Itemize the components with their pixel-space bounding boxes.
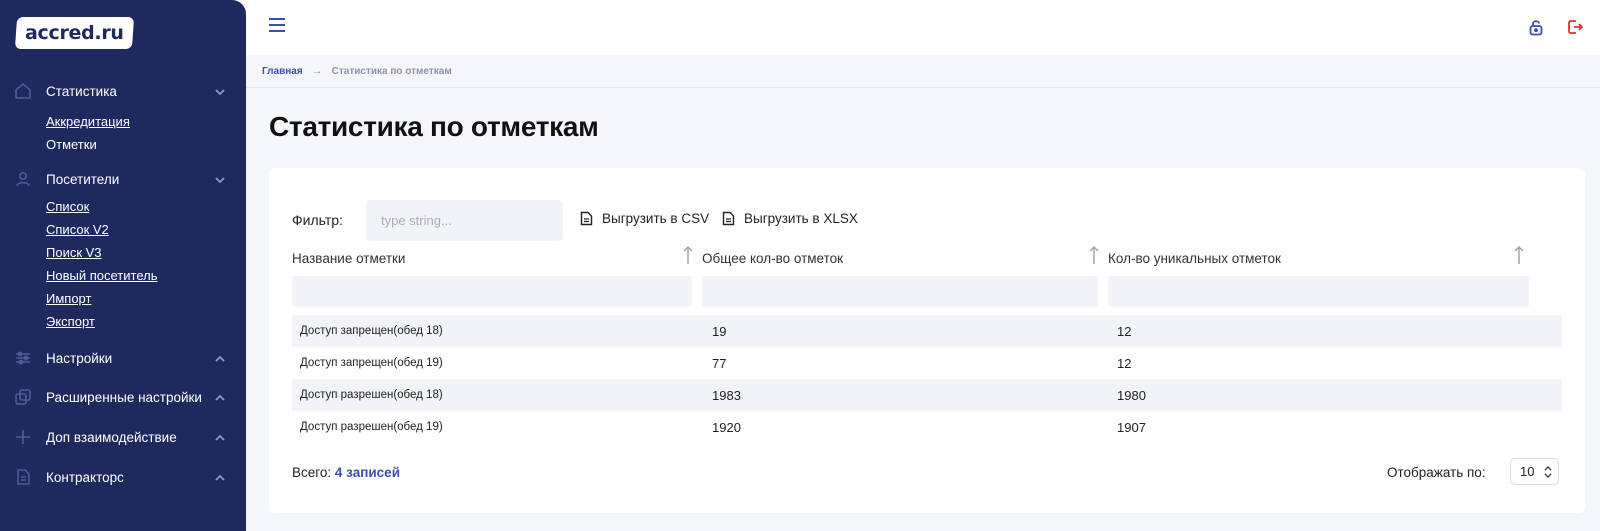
sidebar-item-new-visitor[interactable]: Новый посетитель — [46, 268, 158, 283]
breadcrumb-home-link[interactable]: Главная — [262, 66, 303, 77]
sidebar-group-label: Расширенные настройки — [46, 389, 202, 405]
topbar — [246, 0, 1600, 55]
hamburger-icon[interactable] — [268, 17, 286, 33]
sidebar-group-extra-interaction[interactable]: Доп взаимодействие — [0, 425, 246, 449]
unlock-icon[interactable] — [1527, 18, 1545, 36]
cell-name: Доступ запрещен(обед 19) — [300, 357, 443, 369]
breadcrumb: Главная → Статистика по отметкам — [246, 55, 1600, 88]
table-row: Доступ запрещен(обед 19) 77 12 — [292, 347, 1562, 379]
total-count: 4 записей — [334, 465, 400, 480]
sort-arrow-icon[interactable] — [1088, 245, 1100, 265]
column-filter-unique[interactable] — [1108, 276, 1529, 307]
sidebar-group-advanced-settings[interactable]: Расширенные настройки — [0, 385, 246, 409]
arrow-right-icon: → — [311, 65, 323, 77]
per-page-select[interactable]: 10 — [1510, 458, 1559, 485]
page-title: Статистика по отметкам — [269, 111, 599, 142]
sidebar-item-list[interactable]: Список — [46, 199, 89, 214]
sort-chevrons-icon — [1544, 466, 1552, 478]
export-csv-button[interactable]: Выгрузить в CSV — [580, 211, 709, 226]
cell-unique: 12 — [1117, 323, 1132, 339]
sidebar-group-label: Посетители — [46, 171, 120, 187]
sidebar-item-import[interactable]: Импорт — [46, 291, 91, 306]
export-xlsx-label: Выгрузить в XLSX — [744, 211, 858, 226]
file-icon — [722, 211, 735, 226]
file-icon — [580, 211, 593, 226]
cell-total: 77 — [712, 355, 727, 371]
cell-unique: 1907 — [1117, 419, 1146, 435]
table-row: Доступ разрешен(обед 19) 1920 1907 — [292, 411, 1562, 443]
sort-arrow-icon[interactable] — [682, 245, 694, 265]
sidebar-item-search-v3[interactable]: Поиск V3 — [46, 245, 102, 260]
cell-total: 1920 — [712, 419, 741, 435]
cell-total: 19 — [712, 323, 727, 339]
filter-input[interactable] — [366, 200, 563, 241]
document-icon — [14, 468, 32, 486]
chevron-up-icon — [214, 431, 226, 443]
cell-total: 1983 — [712, 387, 741, 403]
logo[interactable]: accred.ru — [14, 17, 135, 49]
sidebar-item-accreditation[interactable]: Аккредитация — [46, 114, 130, 129]
chevron-up-icon — [214, 352, 226, 364]
plus-icon — [14, 428, 32, 446]
sidebar-group-statistics[interactable]: Статистика — [0, 79, 246, 103]
sidebar: accred.ru Статистика Аккредитация Отметк… — [0, 0, 246, 531]
logo-text: accred.ru — [25, 22, 124, 44]
per-page-label: Отображать по: — [1387, 465, 1486, 480]
export-xlsx-button[interactable]: Выгрузить в XLSX — [722, 211, 858, 226]
home-icon — [14, 82, 32, 100]
sidebar-group-label: Контракторс — [46, 469, 124, 485]
table-row: Доступ запрещен(обед 18) 19 12 — [292, 315, 1562, 347]
sidebar-item-export[interactable]: Экспорт — [46, 314, 95, 329]
total-records: Всего: 4 записей — [292, 465, 400, 480]
filter-label: Фильтр: — [292, 212, 343, 228]
breadcrumb-current: Статистика по отметкам — [331, 65, 452, 77]
column-header-unique[interactable]: Кол-во уникальных отметок — [1108, 248, 1281, 268]
total-label: Всего: — [292, 465, 332, 480]
column-filter-name[interactable] — [292, 276, 692, 307]
cell-name: Доступ разрешен(обед 19) — [300, 421, 443, 433]
sidebar-group-label: Доп взаимодействие — [46, 429, 177, 445]
per-page-value: 10 — [1520, 464, 1535, 479]
sidebar-group-settings[interactable]: Настройки — [0, 346, 246, 370]
chevron-down-icon — [214, 173, 226, 185]
column-header-total[interactable]: Общее кол-во отметок — [702, 248, 843, 268]
cell-unique: 1980 — [1117, 387, 1146, 403]
table-row: Доступ разрешен(обед 18) 1983 1980 — [292, 379, 1562, 411]
sidebar-group-visitors[interactable]: Посетители — [0, 167, 246, 191]
sidebar-item-marks[interactable]: Отметки — [46, 137, 97, 152]
column-filter-total[interactable] — [702, 276, 1098, 307]
sidebar-group-label: Статистика — [46, 83, 117, 99]
user-icon — [14, 170, 32, 188]
copy-icon — [14, 388, 32, 406]
chevron-up-icon — [214, 391, 226, 403]
column-header-name[interactable]: Название отметки — [292, 248, 405, 268]
sidebar-item-list-v2[interactable]: Список V2 — [46, 222, 109, 237]
sliders-icon — [14, 349, 32, 367]
cell-name: Доступ разрешен(обед 18) — [300, 389, 443, 401]
sidebar-group-label: Настройки — [46, 350, 113, 366]
sort-arrow-icon[interactable] — [1513, 245, 1525, 265]
statistics-card: Фильтр: Выгрузить в CSV Выгрузить в XLSX… — [269, 168, 1585, 513]
logout-icon[interactable] — [1566, 18, 1584, 36]
export-csv-label: Выгрузить в CSV — [602, 211, 710, 226]
cell-unique: 12 — [1117, 355, 1132, 371]
cell-name: Доступ запрещен(обед 18) — [300, 325, 443, 337]
chevron-up-icon — [214, 471, 226, 483]
chevron-down-icon — [214, 85, 226, 97]
sidebar-group-contractors[interactable]: Контракторс — [0, 465, 246, 489]
